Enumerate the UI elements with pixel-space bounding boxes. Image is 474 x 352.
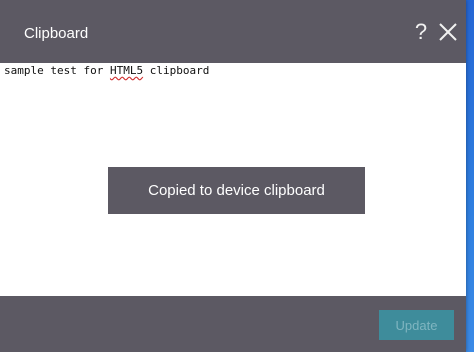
toast-message: Copied to device clipboard: [148, 182, 325, 199]
help-icon[interactable]: ?: [412, 20, 430, 44]
clipboard-text-end: clipboard: [143, 64, 210, 77]
dialog-titlebar: Clipboard ?: [0, 0, 466, 63]
clipboard-text-start: sample test for: [4, 64, 110, 77]
toast-notification: Copied to device clipboard: [108, 167, 365, 214]
clipboard-dialog: Clipboard ? sample test for HTML5 clipbo…: [0, 0, 466, 352]
dialog-title: Clipboard: [24, 25, 89, 42]
dialog-footer: Update: [0, 296, 466, 352]
close-icon[interactable]: [438, 22, 458, 42]
update-button[interactable]: Update: [379, 310, 454, 340]
clipboard-text: sample test for HTML5 clipboard: [4, 64, 209, 78]
clipboard-text-area[interactable]: sample test for HTML5 clipboard Copied t…: [0, 63, 466, 296]
spellcheck-flagged-word: HTML5: [109, 64, 144, 77]
